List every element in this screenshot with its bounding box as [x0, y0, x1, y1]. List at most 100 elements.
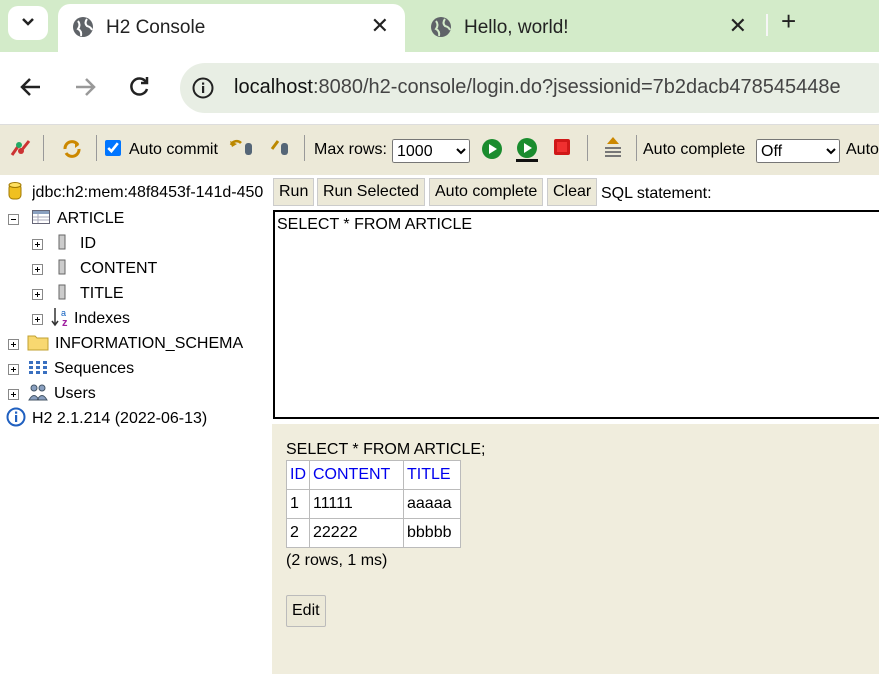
connection-url: jdbc:h2:mem:48f8453f-141d-450 — [32, 184, 264, 201]
url-field[interactable]: localhost:8080/h2-console/login.do?jsess… — [180, 63, 879, 113]
run-selected-button[interactable]: Run Selected — [317, 178, 426, 206]
clear-button[interactable]: Clear — [547, 178, 598, 206]
version-info: H2 2.1.214 (2022-06-13) — [6, 407, 208, 430]
sql-editor[interactable]: SELECT * FROM ARTICLE — [273, 210, 879, 419]
folder-icon — [27, 333, 49, 356]
toolbar-separator — [43, 135, 44, 161]
expand-icon[interactable] — [8, 338, 19, 350]
sequence-icon — [28, 359, 48, 380]
result-table: ID CONTENT TITLE 1 11111 aaaaa 2 22222 b… — [286, 460, 461, 548]
column-header-content[interactable]: CONTENT — [309, 460, 404, 490]
close-icon[interactable]: ✕ — [371, 13, 389, 39]
address-bar: localhost:8080/h2-console/login.do?jsess… — [0, 52, 879, 124]
tab-search-button[interactable] — [8, 6, 48, 40]
forward-icon[interactable] — [72, 74, 98, 100]
table-cell: 22222 — [309, 518, 404, 548]
refresh-icon[interactable] — [60, 137, 84, 166]
table-cell: 1 — [286, 489, 310, 519]
globe-icon — [72, 16, 94, 38]
tab-title: H2 Console — [106, 17, 206, 38]
column-icon — [58, 284, 66, 305]
tree-node-schema[interactable]: INFORMATION_SCHEMA — [8, 333, 243, 355]
schema-name: INFORMATION_SCHEMA — [55, 335, 244, 352]
table-icon — [32, 209, 50, 229]
table-cell: bbbbb — [403, 518, 461, 548]
version-text: H2 2.1.214 (2022-06-13) — [32, 410, 208, 427]
database-icon — [8, 181, 22, 206]
connection-node[interactable]: jdbc:h2:mem:48f8453f-141d-450 — [8, 181, 268, 206]
result-panel: SELECT * FROM ARTICLE; ID CONTENT TITLE … — [272, 424, 879, 674]
expand-icon[interactable] — [32, 263, 43, 275]
column-icon — [58, 259, 66, 280]
edit-button[interactable]: Edit — [286, 595, 326, 627]
tree-node-column[interactable]: TITLE — [32, 283, 124, 305]
table-row: 1 11111 aaaaa — [286, 489, 461, 519]
disconnect-icon[interactable] — [9, 137, 33, 164]
tab-strip: H2 Console ✕ Hello, world! ✕ + — [0, 0, 879, 52]
users-label: Users — [54, 385, 96, 402]
tree-node-sequences[interactable]: Sequences — [8, 358, 134, 380]
site-info-icon[interactable] — [192, 77, 214, 99]
tree-node-indexes[interactable]: az Indexes — [32, 306, 130, 333]
commit-icon[interactable] — [269, 137, 293, 164]
execute-line-icon[interactable] — [514, 137, 540, 168]
query-button-bar: Run Run Selected Auto complete Clear SQL… — [272, 176, 879, 210]
expand-icon[interactable] — [8, 363, 19, 375]
expand-icon[interactable] — [32, 238, 43, 250]
expand-icon[interactable] — [32, 313, 43, 325]
tab-title: Hello, world! — [464, 17, 569, 38]
collapse-icon[interactable] — [8, 213, 19, 225]
tab-separator — [766, 14, 768, 36]
svg-text:z: z — [62, 317, 68, 328]
auto-complete-button[interactable]: Auto complete — [429, 178, 544, 206]
column-header-id[interactable]: ID — [286, 460, 310, 490]
auto-commit-label: Auto commit — [129, 141, 218, 158]
url-text: localhost:8080/h2-console/login.do?jsess… — [234, 76, 841, 99]
tree-node-article[interactable]: ARTICLE — [8, 208, 124, 230]
toolbar-separator — [587, 135, 588, 161]
toolbar-separator — [636, 135, 637, 161]
tab-h2-console[interactable]: H2 Console ✕ — [58, 4, 405, 52]
max-rows-label: Max rows: — [314, 141, 387, 158]
tree-node-column[interactable]: CONTENT — [32, 258, 157, 280]
back-icon[interactable] — [18, 74, 44, 100]
toolbar-separator — [96, 135, 97, 161]
tab-hello-world[interactable]: Hello, world! ✕ — [416, 4, 763, 52]
expand-icon[interactable] — [32, 288, 43, 300]
toolbar-separator — [304, 135, 305, 161]
tree-node-users[interactable]: Users — [8, 383, 96, 405]
column-icon — [58, 234, 66, 255]
auto-commit-checkbox[interactable] — [105, 140, 121, 156]
close-icon[interactable]: ✕ — [729, 13, 747, 39]
column-name: CONTENT — [80, 260, 158, 277]
auto-complete-select[interactable]: Off — [756, 139, 840, 163]
tree-node-column[interactable]: ID — [32, 233, 96, 255]
expand-icon[interactable] — [8, 388, 19, 400]
auto-select-label: Auto — [846, 141, 879, 158]
chevron-down-icon — [20, 13, 36, 34]
run-button[interactable]: Run — [273, 178, 315, 206]
sort-az-icon: az — [51, 306, 73, 333]
table-name: ARTICLE — [57, 210, 125, 227]
url-host: localhost — [234, 76, 313, 98]
column-header-title[interactable]: TITLE — [403, 460, 461, 490]
execute-icon[interactable] — [481, 138, 503, 165]
users-icon — [28, 383, 48, 406]
table-cell: 2 — [286, 518, 310, 548]
new-tab-icon[interactable]: + — [781, 6, 796, 37]
schema-tree: jdbc:h2:mem:48f8453f-141d-450 ARTICLE ID… — [0, 176, 272, 674]
history-icon[interactable] — [601, 135, 625, 166]
auto-complete-label: Auto complete — [643, 141, 746, 158]
globe-icon — [430, 16, 452, 38]
h2-toolbar: Auto commit Max rows: 1000 Auto complete… — [0, 124, 879, 175]
table-row: 2 22222 bbbbb — [286, 518, 461, 548]
url-path: :8080/h2-console/login.do?jsessionid=7b2… — [312, 76, 841, 98]
reload-icon[interactable] — [126, 74, 152, 100]
result-statement: SELECT * FROM ARTICLE; — [286, 441, 486, 458]
table-cell: 11111 — [309, 489, 404, 519]
stop-icon[interactable] — [553, 138, 571, 161]
rollback-icon[interactable] — [229, 137, 255, 164]
max-rows-select[interactable]: 1000 — [392, 139, 470, 163]
sequences-label: Sequences — [54, 360, 135, 377]
table-cell: aaaaa — [403, 489, 461, 519]
